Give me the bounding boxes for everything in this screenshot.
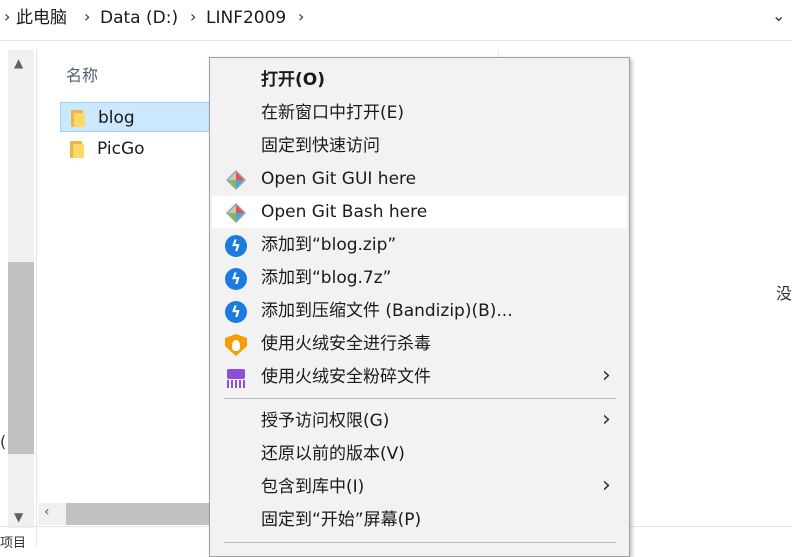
breadcrumb-linf2009[interactable]: LINF2009 (206, 8, 286, 28)
menu-item-label: 添加到“blog.zip” (261, 235, 397, 255)
menu-item-label: 授予访问权限(G) (261, 411, 390, 431)
status-bar-item-count: 项目 (0, 536, 27, 551)
nav-pane-text-fragment: ( (0, 432, 7, 451)
submenu-arrow-icon: › (602, 407, 611, 432)
menu-item-label: 固定到“开始”屏幕(P) (261, 510, 422, 530)
scroll-left-arrow-icon[interactable]: ‹ (44, 504, 50, 520)
menu-item-open-git-gui[interactable]: Open Git GUI here (212, 163, 627, 195)
file-item-picgo[interactable]: PicGo (60, 134, 212, 164)
menu-item-open[interactable]: 打开(O) (212, 64, 627, 96)
menu-item-label: 在新窗口中打开(E) (261, 103, 405, 123)
chevron-right-icon[interactable]: › (4, 7, 10, 26)
chevron-down-icon[interactable]: ⌄ (772, 6, 785, 25)
menu-item-open-new-window[interactable]: 在新窗口中打开(E) (212, 97, 627, 129)
bandizip-icon: ϟ (225, 268, 247, 290)
menu-item-label: 添加到压缩文件 (Bandizip)(B)... (261, 301, 513, 321)
folder-icon (70, 141, 84, 158)
bandizip-icon: ϟ (225, 301, 247, 323)
menu-item-open-git-bash[interactable]: Open Git Bash here (212, 196, 627, 228)
chevron-right-icon[interactable]: › (298, 7, 304, 26)
details-pane-text-fragment: 没 (776, 284, 792, 303)
huorong-shield-icon (225, 334, 247, 356)
menu-item-label: 打开(O) (261, 70, 325, 90)
menu-item-label: 添加到“blog.7z” (261, 268, 392, 288)
submenu-arrow-icon: › (602, 473, 611, 498)
menu-item-label: 包含到库中(I) (261, 477, 365, 497)
folder-icon (71, 110, 85, 127)
file-item-blog[interactable]: blog (60, 102, 212, 132)
menu-item-label: 还原以前的版本(V) (261, 444, 405, 464)
menu-item-give-access[interactable]: 授予访问权限(G) › (212, 405, 627, 437)
scroll-up-arrow-icon[interactable]: ▲ (14, 56, 23, 70)
horizontal-scroll-thumb[interactable] (66, 503, 210, 525)
address-bar[interactable]: › 此电脑 › Data (D:) › LINF2009 › ⌄ (0, 0, 792, 41)
menu-item-label: Open Git Bash here (261, 202, 428, 222)
chevron-right-icon[interactable]: › (190, 7, 196, 26)
context-menu: 打开(O) 在新窗口中打开(E) 固定到快速访问 Open Git GUI he… (209, 57, 630, 557)
menu-separator (224, 542, 616, 543)
menu-item-label: 固定到快速访问 (261, 136, 380, 156)
menu-item-include-in-library[interactable]: 包含到库中(I) › (212, 471, 627, 503)
file-name: blog (98, 108, 135, 128)
menu-item-add-to-archive-bandizip[interactable]: ϟ 添加到压缩文件 (Bandizip)(B)... (212, 295, 627, 327)
scroll-down-arrow-icon[interactable]: ▼ (14, 510, 23, 524)
submenu-arrow-icon: › (602, 363, 611, 388)
breadcrumb-this-pc[interactable]: 此电脑 (16, 8, 67, 28)
menu-item-pin-quick-access[interactable]: 固定到快速访问 (212, 130, 627, 162)
menu-item-huorong-shred[interactable]: 使用火绒安全粉碎文件 › (212, 361, 627, 393)
nav-pane-scroll-thumb[interactable] (8, 262, 34, 454)
menu-item-label: 使用火绒安全粉碎文件 (261, 367, 431, 387)
git-icon (225, 169, 247, 191)
menu-item-restore-previous-versions[interactable]: 还原以前的版本(V) (212, 438, 627, 470)
menu-item-huorong-scan[interactable]: 使用火绒安全进行杀毒 (212, 328, 627, 360)
file-name: PicGo (97, 139, 145, 159)
menu-separator (224, 398, 616, 399)
git-icon (225, 202, 247, 224)
bandizip-icon: ϟ (225, 235, 247, 257)
pane-divider (36, 50, 37, 546)
menu-item-label: Open Git GUI here (261, 169, 417, 189)
menu-item-label: 使用火绒安全进行杀毒 (261, 334, 431, 354)
menu-item-add-to-7z[interactable]: ϟ 添加到“blog.7z” (212, 262, 627, 294)
breadcrumb-data-drive[interactable]: Data (D:) (100, 8, 178, 28)
menu-item-pin-to-start[interactable]: 固定到“开始”屏幕(P) (212, 504, 627, 536)
menu-item-add-to-zip[interactable]: ϟ 添加到“blog.zip” (212, 229, 627, 261)
shredder-icon (225, 367, 247, 389)
chevron-right-icon[interactable]: › (84, 7, 90, 26)
column-header-name[interactable]: 名称 (66, 62, 98, 86)
